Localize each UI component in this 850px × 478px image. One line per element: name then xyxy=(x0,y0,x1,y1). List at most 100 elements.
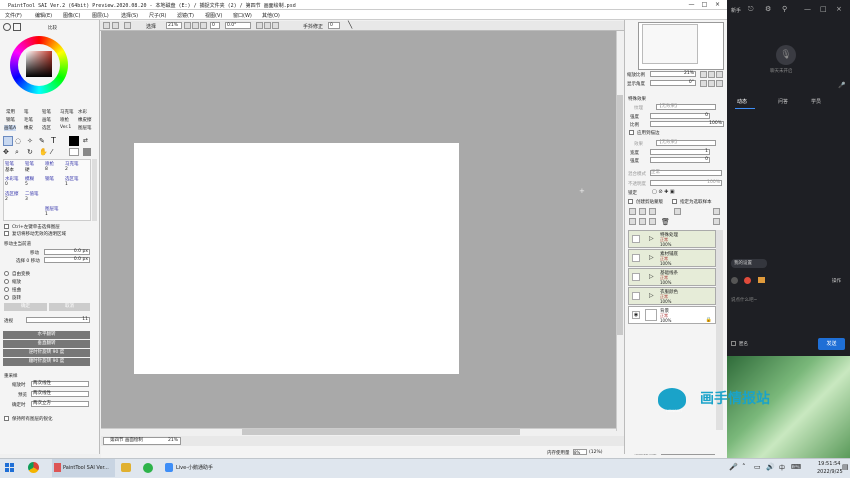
brush-cat-selected[interactable]: 画笔A xyxy=(4,125,17,131)
resample-select[interactable]: 两次线性 xyxy=(31,381,89,387)
move-x-field[interactable]: 0.0 px xyxy=(44,249,90,255)
magic-wand-icon[interactable]: ✧ xyxy=(27,137,33,145)
folder-expand-icon[interactable]: ▷ xyxy=(649,292,654,299)
blend-select[interactable]: 正常 xyxy=(650,170,722,176)
lock-icons[interactable]: ▢ ⊘ ✚ ▣ xyxy=(652,189,675,195)
layer-item[interactable]: ▷ 特殊处理 正常 100% xyxy=(628,230,716,248)
chat-gift-icon[interactable] xyxy=(744,277,751,284)
rotate-right-icon[interactable] xyxy=(264,22,271,29)
rotate-reset-icon[interactable] xyxy=(272,22,279,29)
menu-ruler[interactable]: 尺子(R) xyxy=(149,12,166,19)
tray-volume-icon[interactable]: 🔊 xyxy=(766,463,775,471)
ref-sample-checkbox[interactable] xyxy=(672,199,677,204)
layer-item[interactable]: ▷ 衣服颜色 正常 100% xyxy=(628,287,716,305)
redo-icon[interactable] xyxy=(112,22,119,29)
rotate-cw-button[interactable]: 顺时针旋转 90 度 xyxy=(3,358,90,366)
pin-icon[interactable]: ⚲ xyxy=(782,5,787,13)
transfer-down-icon[interactable] xyxy=(629,218,636,225)
anonymous-checkbox[interactable] xyxy=(731,341,736,346)
transparent-color-swatch[interactable] xyxy=(83,148,91,156)
taskbar-live-label[interactable]: Live-小鹅通助手 xyxy=(176,461,213,475)
menu-select[interactable]: 选择(S) xyxy=(121,12,138,19)
stabilizer-select[interactable]: 0 xyxy=(328,22,340,29)
opacity-slider[interactable]: 11 xyxy=(26,317,90,323)
move-y-field[interactable]: 0.0 px xyxy=(44,257,90,263)
chat-maximize-icon[interactable]: □ xyxy=(820,5,827,13)
color-wheel-mode-icon[interactable] xyxy=(3,23,11,31)
intensity-slider[interactable]: 0 xyxy=(650,157,710,163)
close-button[interactable]: × xyxy=(714,1,721,8)
brush-cat[interactable]: 橡皮擦 xyxy=(78,117,92,123)
notification-icon[interactable]: ▤ xyxy=(842,463,849,471)
nav-rotate-reset-icon[interactable] xyxy=(716,80,723,87)
nav-zoom-reset-icon[interactable] xyxy=(716,71,723,78)
folder-expand-icon[interactable]: ▷ xyxy=(649,254,654,261)
select-tool-icon[interactable] xyxy=(3,136,13,146)
scale-radio[interactable] xyxy=(4,279,9,284)
clock-date[interactable]: 2022/9/25 xyxy=(817,469,843,475)
send-button[interactable]: 发送 xyxy=(818,338,845,350)
tray-chevron-icon[interactable]: ˄ xyxy=(742,463,746,471)
width-slider[interactable]: 1 xyxy=(650,149,710,155)
tray-lang-icon[interactable]: 中 xyxy=(779,463,785,472)
brush-cat[interactable]: 常用 xyxy=(6,109,15,115)
chat-close-icon[interactable]: × xyxy=(836,5,842,13)
layer-panel-menu-icon[interactable] xyxy=(713,208,720,215)
menu-other[interactable]: 其他(O) xyxy=(262,12,280,19)
layer-visibility-toggle[interactable] xyxy=(632,292,640,300)
secondary-color-swatch[interactable] xyxy=(69,148,79,156)
eyedropper-icon[interactable]: ⁄ xyxy=(51,148,52,156)
free-transform-radio[interactable] xyxy=(4,271,9,276)
chat-folder-icon[interactable] xyxy=(758,277,765,283)
zoom-out-icon[interactable] xyxy=(184,22,191,29)
share-icon[interactable]: ⎋ xyxy=(748,5,754,14)
wechat-icon[interactable] xyxy=(121,463,131,472)
tray-ime-icon[interactable]: ⌨ xyxy=(791,463,801,471)
nav-rotate-left-icon[interactable] xyxy=(700,80,707,87)
menu-filter[interactable]: 滤镜(T) xyxy=(177,12,194,19)
nav-zoom-out-icon[interactable] xyxy=(700,71,707,78)
brush-cat[interactable]: 图层笔 xyxy=(78,125,92,131)
brush-cat[interactable]: 笔 xyxy=(24,109,29,115)
settings-icon[interactable]: ⚙ xyxy=(765,5,771,13)
hand-icon[interactable]: ✋ xyxy=(39,148,48,156)
chat-tab[interactable]: 问答 xyxy=(778,98,788,105)
primary-color-swatch[interactable] xyxy=(69,136,79,146)
chat-tab-active[interactable]: 动态 xyxy=(737,98,747,105)
windows-start-icon[interactable] xyxy=(5,463,14,472)
resample-select[interactable]: 两次线性 xyxy=(31,391,89,397)
distort-radio[interactable] xyxy=(4,287,9,292)
line-tool-icon[interactable]: ╲ xyxy=(348,21,352,29)
angle-slider[interactable]: 0° xyxy=(650,80,696,86)
menu-image[interactable]: 图像(C) xyxy=(63,12,80,19)
clock-time[interactable]: 19:51:54 xyxy=(818,461,840,467)
zoom-reset-icon[interactable] xyxy=(200,22,207,29)
toolset-scrollbar[interactable] xyxy=(92,159,97,221)
keep-sharp-checkbox[interactable] xyxy=(4,416,9,421)
brush-cat[interactable]: 画笔 xyxy=(42,117,51,123)
chrome-icon[interactable] xyxy=(28,462,39,473)
deselect-icon[interactable] xyxy=(124,22,131,29)
flip-horizontal-button[interactable]: 水平翻转 xyxy=(3,331,90,339)
my-settings-pill[interactable]: 我的设置 xyxy=(731,259,767,268)
brush-cat[interactable]: 选区 xyxy=(42,125,51,131)
eye-icon[interactable]: ◉ xyxy=(632,311,640,319)
rotate-ccw-button[interactable]: 逆时针旋转 90 度 xyxy=(3,349,90,357)
layer-opacity-slider[interactable]: 100% xyxy=(650,180,722,186)
transparent-move-checkbox[interactable] xyxy=(4,231,9,236)
new-folder-icon[interactable] xyxy=(639,208,646,215)
texture-select[interactable]: 【无效果】 xyxy=(656,104,716,110)
menu-layer[interactable]: 图层(L) xyxy=(92,12,109,19)
resample-select[interactable]: 两次立方 xyxy=(31,401,89,407)
rotate-icon[interactable]: ↻ xyxy=(27,148,33,156)
strength-slider[interactable]: 0 xyxy=(650,113,710,119)
brush-cat[interactable]: 喷枪 xyxy=(60,117,69,123)
tray-network-icon[interactable]: ▭ xyxy=(754,463,761,471)
zoom-field[interactable]: 21% xyxy=(166,22,182,29)
lasso-icon[interactable]: ◌ xyxy=(15,137,21,145)
layer-visibility-toggle[interactable] xyxy=(632,273,640,281)
menu-window[interactable]: 窗口(W) xyxy=(233,12,252,19)
clear-layer-icon[interactable] xyxy=(649,218,656,225)
cancel-button[interactable]: 取消 xyxy=(49,303,90,311)
chat-input[interactable]: 说点什么吧~ xyxy=(731,297,757,303)
